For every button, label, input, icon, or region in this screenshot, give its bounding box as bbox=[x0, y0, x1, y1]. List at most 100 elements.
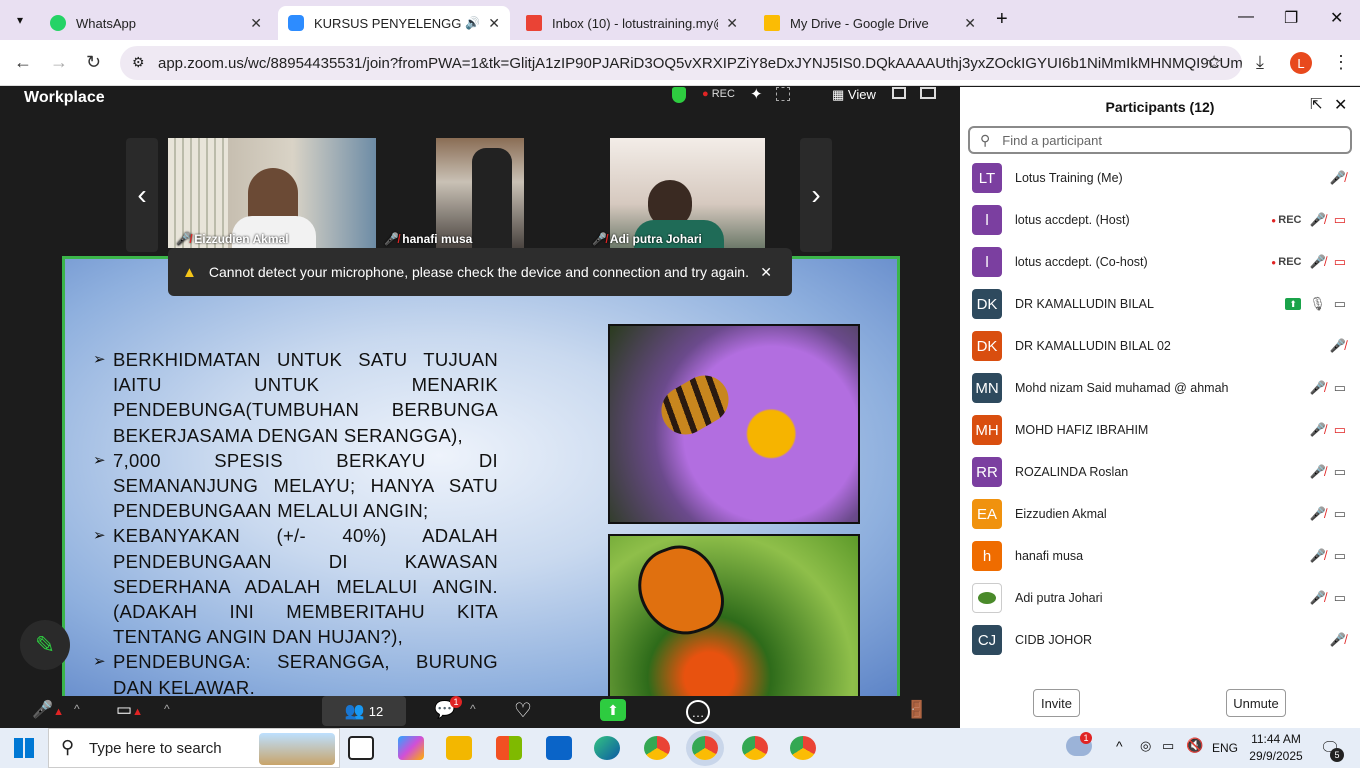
task-view-icon[interactable] bbox=[348, 736, 374, 760]
participant-row[interactable]: l lotus accdept. (Co-host) REC 🎤̸ ▭ bbox=[972, 241, 1356, 283]
participant-row[interactable]: Adi putra Johari 🎤̸ ▭ bbox=[972, 577, 1356, 619]
previous-page-arrow[interactable]: ‹ bbox=[126, 138, 158, 252]
windows-start-icon[interactable] bbox=[14, 738, 34, 758]
taskbar-search-field[interactable]: ⚲ Type here to search bbox=[48, 728, 340, 768]
language-indicator[interactable]: ENG bbox=[1212, 741, 1238, 755]
participant-row[interactable]: l lotus accdept. (Host) REC 🎤̸ ▭ bbox=[972, 199, 1356, 241]
muted-mic-icon: 🎤̸ bbox=[592, 232, 610, 246]
annotate-pencil-button[interactable]: ✎ bbox=[20, 620, 70, 670]
arrow-bullet-icon: ➢ bbox=[93, 451, 106, 469]
participant-avatar: DK bbox=[972, 331, 1002, 361]
next-page-arrow[interactable]: › bbox=[800, 138, 832, 252]
tray-chevron-icon[interactable]: ^ bbox=[1116, 738, 1123, 754]
video-options-chevron-icon[interactable]: ^ bbox=[164, 702, 170, 716]
leave-meeting-icon[interactable]: 🚪 bbox=[906, 700, 927, 720]
view-label: View bbox=[847, 87, 876, 102]
weather-badge: 1 bbox=[1080, 732, 1092, 744]
close-panel-icon[interactable]: ✕ bbox=[1334, 95, 1347, 115]
video-off-icon[interactable]: ▭▲ bbox=[116, 700, 143, 720]
share-screen-button[interactable]: ⬆ bbox=[600, 699, 626, 721]
chrome-profile-icon[interactable] bbox=[692, 736, 718, 760]
participant-row[interactable]: RR ROZALINDA Roslan 🎤̸ ▭ bbox=[972, 451, 1356, 493]
slide-bullet: ➢ 7,000 SPESIS BERKAYU DI SEMANANJUNG MEL… bbox=[93, 448, 498, 524]
video-tile[interactable]: 🎤̸ Adi putra Johari bbox=[584, 138, 792, 248]
tab-zoom[interactable]: KURSUS PENYELENGGARA 🔊 ✕ bbox=[278, 6, 510, 40]
download-icon[interactable]: ⤓ bbox=[1256, 52, 1264, 73]
minimize-button[interactable]: — bbox=[1238, 8, 1254, 26]
network-icon[interactable]: ▭ bbox=[1162, 738, 1174, 754]
gmail-icon bbox=[526, 15, 542, 31]
participant-row[interactable]: h hanafi musa 🎤̸ ▭ bbox=[972, 535, 1356, 577]
close-tab-icon[interactable]: ✕ bbox=[250, 15, 262, 32]
reactions-heart-icon[interactable]: ♡ bbox=[514, 698, 532, 723]
popout-icon[interactable]: ⇱ bbox=[1310, 95, 1323, 113]
video-tile[interactable]: 🎤̸ hanafi musa bbox=[376, 138, 584, 248]
participant-avatar: LT bbox=[972, 163, 1002, 193]
copilot-icon[interactable] bbox=[398, 736, 424, 760]
forward-icon[interactable]: → bbox=[50, 52, 68, 73]
url-text: app.zoom.us/wc/88954435531/join?fromPWA=… bbox=[158, 54, 1242, 72]
close-tab-icon[interactable]: ✕ bbox=[488, 15, 500, 32]
participant-row[interactable]: DK DR KAMALLUDIN BILAL 02 🎤̸ bbox=[972, 325, 1356, 367]
volume-muted-icon[interactable]: 🔇 bbox=[1186, 737, 1203, 754]
tab-whatsapp[interactable]: WhatsApp ✕ bbox=[40, 6, 272, 40]
address-bar[interactable]: ⚙ app.zoom.us/wc/88954435531/join?fromPW… bbox=[120, 46, 1242, 80]
participant-row[interactable]: CJ CIDB JOHOR 🎤̸ bbox=[972, 619, 1356, 661]
participant-row[interactable]: MH MOHD HAFIZ IBRAHIM 🎤̸ ▭ bbox=[972, 409, 1356, 451]
participant-row[interactable]: MN Mohd nizam Said muhamad @ ahmah 🎤̸ ▭ bbox=[972, 367, 1356, 409]
encryption-shield-icon[interactable] bbox=[672, 87, 686, 103]
participant-status-icons: REC 🎤̸ ▭ bbox=[1271, 212, 1346, 228]
outlook-icon[interactable] bbox=[546, 736, 572, 760]
audio-options-chevron-icon[interactable]: ^ bbox=[74, 702, 80, 716]
participant-row[interactable]: DK DR KAMALLUDIN BILAL ⬆ 🎙 ▭ bbox=[972, 283, 1356, 325]
speaker-icon[interactable]: 🔊 bbox=[465, 16, 480, 30]
reload-icon[interactable]: ↻ bbox=[86, 52, 101, 73]
participant-row[interactable]: LT Lotus Training (Me) 🎤̸ bbox=[972, 157, 1356, 199]
bookmark-star-icon[interactable]: ☆ bbox=[1206, 52, 1222, 73]
participant-avatar: l bbox=[972, 205, 1002, 235]
participant-row[interactable]: EA Eizzudien Akmal 🎤̸ ▭ bbox=[972, 493, 1356, 535]
google-drive-icon bbox=[764, 15, 780, 31]
clock[interactable]: 11:44 AM 29/9/2025 bbox=[1248, 731, 1304, 765]
new-tab-button[interactable]: + bbox=[996, 8, 1008, 31]
recording-indicator[interactable]: ● REC bbox=[702, 88, 735, 100]
video-tile[interactable]: 🎤̸ Eizzudien Akmal bbox=[168, 138, 376, 248]
browser-tab-strip: ▾ WhatsApp ✕ KURSUS PENYELENGGARA 🔊 ✕ In… bbox=[0, 0, 1360, 40]
edge-icon[interactable] bbox=[594, 736, 620, 760]
unmute-button[interactable]: Unmute bbox=[1226, 689, 1286, 717]
file-explorer-icon[interactable] bbox=[446, 736, 472, 760]
participant-name: MOHD HAFIZ IBRAHIM bbox=[1015, 423, 1149, 437]
video-off-icon: ▭ bbox=[1333, 254, 1346, 269]
tab-drive[interactable]: My Drive - Google Drive ✕ bbox=[754, 6, 986, 40]
chrome-icon[interactable] bbox=[644, 736, 670, 760]
participants-button[interactable]: 👥 12 bbox=[322, 696, 406, 726]
invite-button[interactable]: Invite bbox=[1033, 689, 1080, 717]
fullscreen-icon[interactable] bbox=[920, 87, 936, 99]
gallery-icon[interactable] bbox=[776, 87, 790, 101]
menu-kebab-icon[interactable]: ⋮ bbox=[1332, 52, 1350, 73]
more-options-icon[interactable]: … bbox=[686, 700, 710, 724]
site-info-icon[interactable]: ⚙ bbox=[132, 54, 145, 71]
close-tab-icon[interactable]: ✕ bbox=[964, 15, 976, 32]
meet-now-icon[interactable]: ◎ bbox=[1140, 738, 1151, 754]
chrome-profile-icon-3[interactable] bbox=[790, 736, 816, 760]
chrome-profile-icon-2[interactable] bbox=[742, 736, 768, 760]
chat-options-chevron-icon[interactable]: ^ bbox=[470, 702, 476, 716]
maximize-button[interactable]: ❐ bbox=[1284, 8, 1298, 28]
close-tab-icon[interactable]: ✕ bbox=[726, 15, 738, 32]
microsoft-store-icon[interactable] bbox=[496, 736, 522, 760]
chat-badge: 1 bbox=[450, 696, 462, 708]
profile-avatar[interactable]: L bbox=[1290, 52, 1312, 74]
split-view-icon[interactable] bbox=[892, 87, 906, 99]
close-window-button[interactable]: ✕ bbox=[1330, 8, 1343, 28]
participant-search-field[interactable]: ⚲ Find a participant bbox=[968, 126, 1352, 154]
tab-search-button[interactable]: ▾ bbox=[8, 8, 32, 32]
view-button[interactable]: ▦ View bbox=[832, 87, 876, 103]
sparkle-icon[interactable]: ✦ bbox=[750, 85, 763, 103]
search-placeholder: Type here to search bbox=[89, 739, 222, 757]
mic-muted-icon[interactable]: 🎤▲ bbox=[32, 700, 64, 720]
video-off-icon: ▭ bbox=[1333, 212, 1346, 227]
close-toast-icon[interactable]: ✕ bbox=[760, 264, 772, 281]
tab-gmail[interactable]: Inbox (10) - lotustraining.my@g ✕ bbox=[516, 6, 748, 40]
back-icon[interactable]: ← bbox=[14, 52, 32, 73]
